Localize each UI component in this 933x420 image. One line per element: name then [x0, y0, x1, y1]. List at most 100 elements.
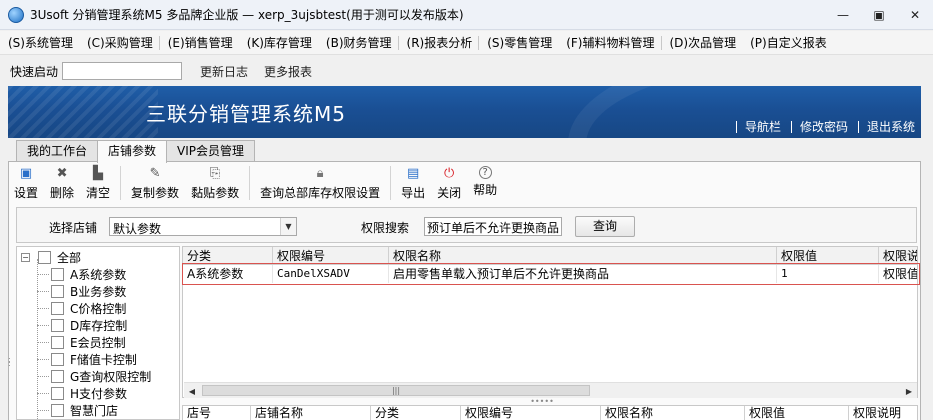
horizontal-scrollbar[interactable]: ◀ ||| ▶: [184, 382, 917, 398]
menu-sales[interactable]: (E)销售管理: [160, 31, 239, 55]
cell-desc: 权限值: [883, 267, 918, 281]
copy-icon: ✎: [149, 166, 161, 181]
column-header-code[interactable]: 权限编号: [461, 406, 601, 420]
column-header-name[interactable]: 权限名称: [601, 406, 745, 420]
delete-icon: ✖: [56, 166, 68, 181]
cell-value[interactable]: 1: [777, 265, 879, 283]
table-row[interactable]: A系统参数 CanDelXSADV 启用零售单载入预订单后不允许更换商品 1 权…: [183, 265, 918, 283]
chevron-down-icon[interactable]: ▼: [280, 218, 296, 235]
tree-item[interactable]: 智慧门店: [37, 402, 118, 419]
tree-item[interactable]: G查询权限控制: [37, 368, 151, 385]
menu-inventory[interactable]: (K)库存管理: [239, 31, 318, 55]
tab-store-params[interactable]: 店铺参数: [97, 140, 168, 163]
query-button[interactable]: 查询: [575, 216, 635, 237]
store-permission-grid: 店号 店铺名称 分类 权限编号 权限名称 权限值 权限说明: [182, 405, 918, 420]
toolbar: ▣ 设置 ✖ 删除 ▙ 清空 ✎ 复制参数 ⎘ 黏贴参数 🔒︎ 查询总部库存权限…: [10, 164, 505, 204]
menu-finance[interactable]: (B)财务管理: [318, 31, 398, 55]
close-window-button[interactable]: ✕: [897, 0, 933, 30]
paste-params-button[interactable]: ⎘ 黏贴参数: [187, 164, 243, 201]
tree-checkbox[interactable]: [51, 387, 64, 400]
tree-checkbox[interactable]: [38, 251, 51, 264]
menu-purchase[interactable]: (C)采购管理: [79, 31, 159, 55]
tree-checkbox[interactable]: [51, 302, 64, 315]
menu-reports[interactable]: (R)报表分析: [399, 31, 479, 55]
save-icon: ▣: [19, 166, 33, 181]
column-header-name[interactable]: 权限名称: [389, 247, 777, 265]
tree-item[interactable]: A系统参数: [37, 266, 126, 283]
minimize-button[interactable]: —: [825, 0, 861, 30]
tab-workbench[interactable]: 我的工作台: [16, 140, 99, 162]
tree-item[interactable]: H支付参数: [37, 385, 127, 402]
app-logo-icon: [8, 6, 24, 23]
lock-icon: 🔒︎: [316, 166, 324, 181]
tree-checkbox[interactable]: [51, 319, 64, 332]
tab-strip: 我的工作台 店铺参数 VIP会员管理: [16, 140, 256, 163]
scroll-right-icon[interactable]: ▶: [901, 383, 917, 399]
category-tree: − 全部 A系统参数 B业务参数 C价格控制 D库存控制 E会员控制 F储值卡控…: [16, 246, 180, 420]
copy-params-button[interactable]: ✎ 复制参数: [127, 164, 183, 201]
menu-custom-reports[interactable]: (P)自定义报表: [742, 31, 833, 55]
menu-system[interactable]: (S)系统管理: [0, 31, 79, 55]
column-header-code[interactable]: 权限编号: [273, 247, 389, 265]
tree-item[interactable]: F储值卡控制: [37, 351, 137, 368]
store-label: 选择店铺: [49, 221, 98, 235]
change-password-link[interactable]: 修改密码: [790, 121, 848, 133]
changelog-link[interactable]: 更新日志: [200, 63, 248, 80]
menu-materials[interactable]: (F)辅料物料管理: [558, 31, 660, 55]
delete-button[interactable]: ✖ 删除: [46, 164, 78, 201]
hq-stock-permission-button[interactable]: 🔒︎ 查询总部库存权限设置: [256, 164, 384, 201]
paste-icon: ⎘: [209, 166, 221, 181]
tab-vip-management[interactable]: VIP会员管理: [166, 140, 256, 162]
tree-item-root[interactable]: − 全部: [21, 249, 81, 266]
more-reports-link[interactable]: 更多报表: [264, 63, 312, 80]
filter-group: 选择店铺 默认参数 ▼ 权限搜索 预订单后不允许更换商品 查询: [16, 207, 917, 243]
permission-search-input[interactable]: 预订单后不允许更换商品: [424, 217, 562, 236]
vertical-grip-icon[interactable]: ::: [8, 356, 14, 372]
tree-item[interactable]: C价格控制: [37, 300, 126, 317]
column-header-category[interactable]: 分类: [371, 406, 461, 420]
settings-button[interactable]: ▣ 设置: [10, 164, 42, 201]
store-select[interactable]: 默认参数 ▼: [109, 217, 297, 236]
tree-checkbox[interactable]: [51, 336, 64, 349]
column-header-desc[interactable]: 权限说明: [849, 406, 917, 420]
menu-retail[interactable]: (S)零售管理: [479, 31, 558, 55]
export-icon: ▤: [406, 166, 420, 181]
close-button[interactable]: ⏻ 关闭: [433, 164, 465, 201]
column-header-category[interactable]: 分类: [183, 247, 273, 265]
scroll-left-icon[interactable]: ◀: [184, 383, 200, 399]
tree-checkbox[interactable]: [51, 353, 64, 366]
quick-launch-bar: 快速启动 更新日志 更多报表: [0, 56, 933, 86]
quick-launch-label: 快速启动: [10, 64, 59, 79]
tree-checkbox[interactable]: [51, 285, 64, 298]
logout-link[interactable]: 退出系统: [857, 121, 915, 133]
tree-checkbox[interactable]: [51, 404, 64, 417]
tree-item[interactable]: B业务参数: [37, 283, 126, 300]
column-header-value[interactable]: 权限值: [777, 247, 879, 265]
power-icon: ⏻: [443, 166, 455, 181]
close-icon: ✕: [909, 8, 921, 22]
column-header-value[interactable]: 权限值: [745, 406, 849, 420]
clear-button[interactable]: ▙ 清空: [82, 164, 114, 201]
tree-checkbox[interactable]: [51, 268, 64, 281]
tree-item[interactable]: D库存控制: [37, 317, 127, 334]
quick-launch-input[interactable]: [62, 62, 183, 80]
restore-icon: ▣: [873, 8, 885, 22]
help-button[interactable]: ? 帮助: [469, 164, 501, 198]
scroll-thumb[interactable]: |||: [202, 385, 590, 396]
cell-code: CanDelXSADV: [273, 265, 389, 283]
menu-defects[interactable]: (D)次品管理: [662, 31, 743, 55]
grid-header: 分类 权限编号 权限名称 权限值 权限说: [183, 247, 917, 265]
help-icon: ?: [478, 166, 492, 179]
tree-item[interactable]: E会员控制: [37, 334, 126, 351]
permission-grid: 分类 权限编号 权限名称 权限值 权限说 A系统参数 CanDelXSADV 启…: [182, 246, 918, 398]
navigation-link[interactable]: 导航栏: [735, 121, 781, 133]
collapse-icon[interactable]: −: [21, 253, 30, 262]
column-header-desc[interactable]: 权限说: [879, 247, 917, 265]
tree-checkbox[interactable]: [51, 370, 64, 383]
column-header-store-name[interactable]: 店铺名称: [251, 406, 371, 420]
export-button[interactable]: ▤ 导出: [397, 164, 429, 201]
window-controls: — ▣ ✕: [825, 0, 933, 30]
title-bar: 3Usoft 分销管理系统M5 多品牌企业版 — xerp_3ujsbtest(…: [0, 0, 933, 30]
maximize-button[interactable]: ▣: [861, 0, 897, 30]
column-header-store-no[interactable]: 店号: [183, 406, 251, 420]
